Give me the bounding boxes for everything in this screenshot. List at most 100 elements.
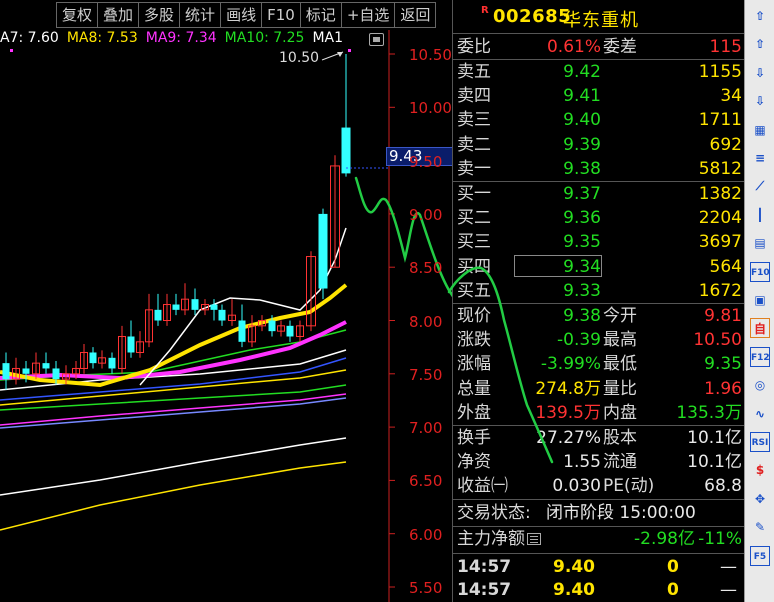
rsi-icon[interactable]: RSI bbox=[750, 432, 770, 452]
toolbar-button[interactable]: 画线 bbox=[221, 2, 263, 28]
stat-value: 10.1亿 bbox=[687, 452, 742, 473]
main-flow-pct: -11% bbox=[698, 529, 742, 549]
orderbook-row[interactable]: 卖三 9.40 1711 bbox=[453, 108, 745, 132]
pen-icon[interactable]: ✎ bbox=[750, 517, 770, 537]
settings-box-icon[interactable] bbox=[369, 33, 384, 46]
candle-body bbox=[52, 368, 60, 380]
orderbook-row[interactable]: 买三 9.35 3697 bbox=[453, 230, 745, 254]
orderbook-row[interactable]: 买一 9.37 1382 bbox=[453, 182, 745, 206]
high-annotation-arrow bbox=[337, 52, 343, 57]
stat-value: 10.50 bbox=[693, 330, 742, 351]
side-toolbar: ⇧ ⇧ ⇩ ⇩ ▦ ≡ ⟋ ┃ ▤ F10 ▣ 自 F12 ◎ ∿ RSI $ ✥ ✎ F5 bbox=[744, 0, 774, 602]
high-price-annotation: 10.50 bbox=[279, 50, 320, 66]
stat-label: 最低 bbox=[603, 354, 637, 375]
stock-code[interactable]: 002685 bbox=[493, 6, 571, 27]
main-flow-row[interactable]: 主力净额 -2.98亿 -11% bbox=[453, 527, 745, 551]
orderbook-row[interactable]: 买五 9.33 1672 bbox=[453, 279, 745, 303]
toolbar-button[interactable]: 叠加 bbox=[98, 2, 140, 28]
level-price: 9.37 bbox=[563, 184, 601, 204]
trade-status-label: 交易状态: bbox=[457, 503, 531, 523]
chart-toolbar: 复权 叠加 多股 统计 画线 F10 标记 +自选 返回 bbox=[56, 2, 437, 28]
main-flow-label: 主力净额 bbox=[457, 529, 525, 549]
toolbar-button[interactable]: F10 bbox=[262, 2, 301, 28]
stat-row: 净资 1.55 流通 10.1亿 bbox=[453, 450, 745, 474]
kline-chart-area[interactable]: 复权 叠加 多股 统计 画线 F10 标记 +自选 返回 A7: 7.60 MA8: 7.53 MA… bbox=[0, 0, 453, 602]
weibi-row: 委比 0.61% 委差 115 bbox=[453, 35, 745, 59]
f10-icon[interactable]: F10 bbox=[750, 261, 770, 282]
tick-price: 9.40 bbox=[553, 580, 595, 600]
weibi-value: 0.61% bbox=[546, 37, 601, 57]
stat-value: -3.99% bbox=[540, 354, 601, 375]
favorite-icon[interactable]: ▣ bbox=[750, 290, 770, 310]
y-tick-label: 10.50 bbox=[409, 46, 452, 64]
arrow-down-icon[interactable]: ⇩ bbox=[750, 63, 770, 83]
stat-label: 现价 bbox=[457, 306, 491, 326]
candle-body bbox=[127, 336, 135, 353]
list-icon[interactable]: ≡ bbox=[750, 148, 770, 168]
stat-label: 总量 bbox=[457, 378, 491, 399]
candle-body bbox=[42, 363, 50, 369]
arrow-down-icon[interactable]: ⇩ bbox=[750, 91, 770, 111]
stat-value: 135.3万 bbox=[676, 402, 742, 423]
kline-chart[interactable] bbox=[0, 0, 452, 602]
orderbook-row[interactable]: 卖一 9.38 5812 bbox=[453, 157, 745, 181]
tick-flag: — bbox=[720, 580, 737, 600]
trade-status-row: 交易状态: 闭市阶段 15:00:00 bbox=[453, 501, 745, 525]
toolbar-button[interactable]: 多股 bbox=[139, 2, 181, 28]
stat-value: 1.55 bbox=[563, 452, 601, 473]
stock-header: R 002685 华东重机 bbox=[453, 0, 745, 34]
refresh-icon[interactable]: ◎ bbox=[750, 375, 770, 395]
stat-row: 涨幅 -3.99% 最低 9.35 bbox=[453, 352, 745, 376]
quote-panel: R 002685 华东重机 委比 0.61% 委差 115 卖五 9.42 1155… bbox=[452, 0, 745, 602]
y-tick-label: 5.50 bbox=[409, 579, 443, 597]
tick-time: 14:57 bbox=[457, 557, 512, 577]
level-volume: 1382 bbox=[698, 184, 742, 204]
orderbook-row[interactable]: 卖二 9.39 692 bbox=[453, 133, 745, 157]
toolbar-button[interactable]: 返回 bbox=[395, 2, 437, 28]
stat-label: 外盘 bbox=[457, 402, 491, 423]
toolbar-button[interactable]: +自选 bbox=[341, 2, 396, 28]
candle-body bbox=[341, 127, 351, 174]
stat-label: 净资 bbox=[457, 452, 491, 473]
dollar-icon[interactable]: $ bbox=[750, 460, 770, 480]
stat-value: 1.96 bbox=[704, 378, 742, 399]
orderbook-row[interactable]: 卖四 9.41 34 bbox=[453, 84, 745, 108]
arrow-up-icon[interactable]: ⇧ bbox=[750, 34, 770, 54]
stock-name[interactable]: 华东重机 bbox=[563, 6, 639, 32]
arrow-up-icon[interactable]: ⇧ bbox=[750, 6, 770, 26]
list-icon[interactable] bbox=[527, 533, 541, 545]
candle-body bbox=[2, 363, 10, 380]
trade-status-value: 闭市阶段 15:00:00 bbox=[546, 503, 696, 523]
move-icon[interactable]: ✥ bbox=[750, 489, 770, 509]
orderbook-row[interactable]: 卖五 9.42 1155 bbox=[453, 60, 745, 84]
level-label: 买一 bbox=[457, 184, 491, 204]
f5-icon[interactable]: F5 bbox=[750, 545, 770, 566]
toolbar-button[interactable]: 复权 bbox=[56, 2, 99, 28]
line-chart-icon[interactable]: ⟋ bbox=[750, 176, 770, 196]
stat-label: PE(动) bbox=[603, 476, 655, 497]
ma-line bbox=[0, 397, 347, 429]
toolbar-button[interactable]: 统计 bbox=[180, 2, 222, 28]
wave-icon[interactable]: ∿ bbox=[750, 404, 770, 424]
ma-line bbox=[0, 437, 347, 496]
toolbar-button[interactable]: 标记 bbox=[300, 2, 342, 28]
level-volume: 34 bbox=[720, 86, 742, 107]
doc-icon[interactable]: ▤ bbox=[750, 233, 770, 253]
stat-label: 最高 bbox=[603, 330, 637, 351]
orderbook-row[interactable]: 买二 9.36 2204 bbox=[453, 206, 745, 230]
level-price: 9.38 bbox=[563, 158, 601, 179]
level-label: 卖二 bbox=[457, 134, 491, 155]
self-select-icon[interactable]: 自 bbox=[750, 318, 770, 339]
grid-icon[interactable]: ▦ bbox=[750, 120, 770, 140]
stat-label: 涨幅 bbox=[457, 354, 491, 375]
ma-legend-item: MA8: 7.53 bbox=[66, 30, 138, 46]
stat-row: 总量 274.8万 量比 1.96 bbox=[453, 377, 745, 401]
stat-value: 27.27% bbox=[536, 428, 601, 448]
level-volume: 3697 bbox=[698, 232, 742, 253]
stat-value: 0.030 bbox=[552, 476, 601, 497]
stat-value: 9.35 bbox=[704, 354, 742, 375]
candle-icon[interactable]: ┃ bbox=[750, 205, 770, 225]
level-label: 卖四 bbox=[457, 86, 491, 107]
stat-value: 9.38 bbox=[563, 306, 601, 326]
f12-icon[interactable]: F12 bbox=[750, 346, 770, 367]
